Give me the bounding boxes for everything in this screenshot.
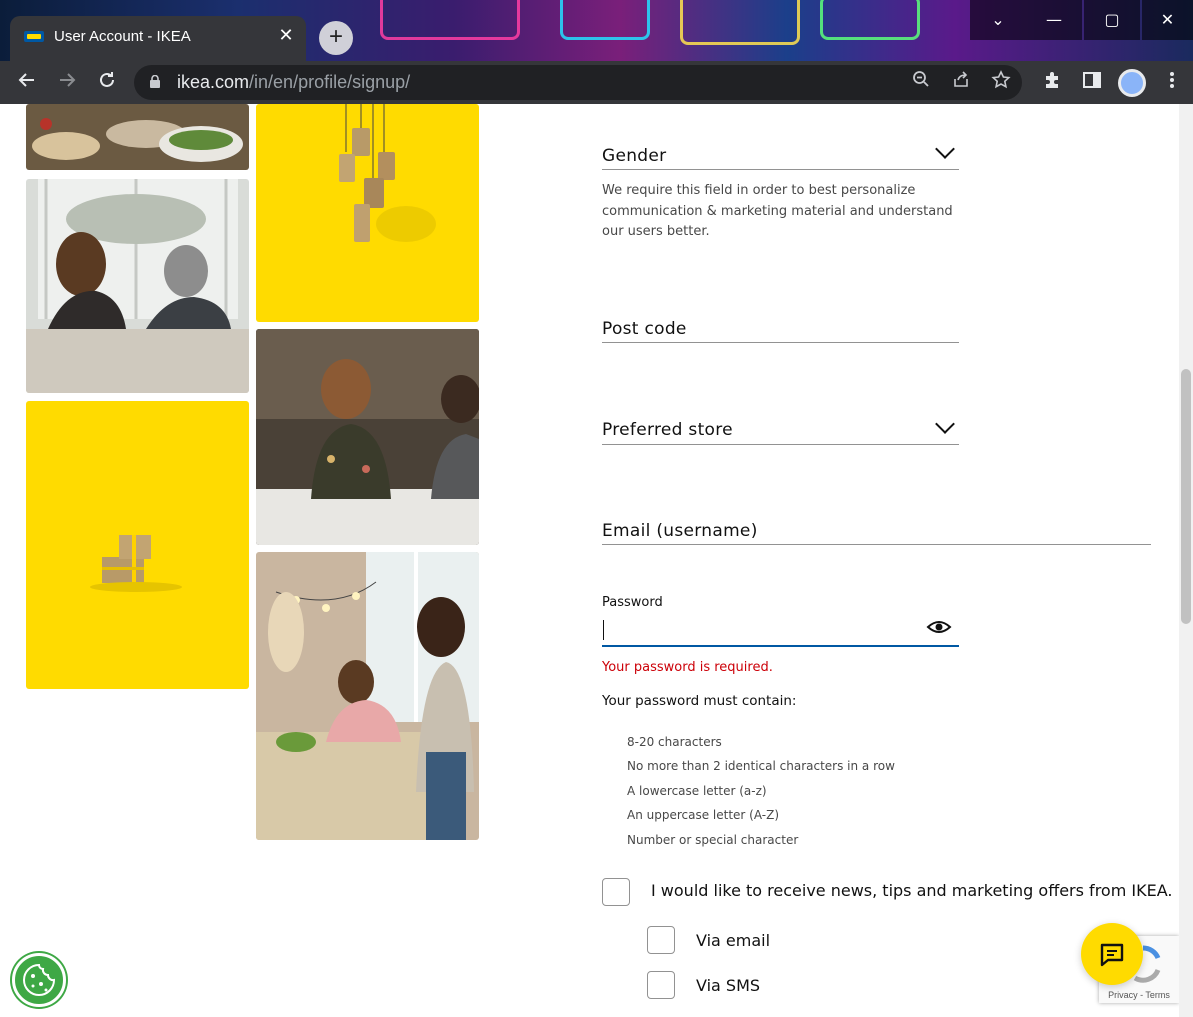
reload-button[interactable]	[93, 69, 121, 97]
via-email-checkbox[interactable]	[647, 926, 675, 954]
close-window-button[interactable]: ✕	[1142, 0, 1193, 40]
store-chevron-down-icon[interactable]	[935, 414, 955, 434]
reload-icon	[100, 72, 114, 87]
tab-title: User Account - IKEA	[54, 28, 191, 45]
photo-couple-sofa	[26, 179, 249, 393]
gender-help-text: We require this field in order to best p…	[602, 183, 953, 239]
password-input[interactable]	[602, 616, 922, 644]
via-email-label: Via email	[696, 931, 771, 950]
via-sms-label: Via SMS	[696, 976, 761, 995]
back-button[interactable]	[13, 69, 41, 97]
requirement-item: No more than 2 identical characters in a…	[627, 759, 895, 773]
show-password-eye-icon[interactable]	[926, 617, 952, 641]
password-underline	[602, 645, 959, 647]
cookie-settings-button[interactable]	[12, 953, 66, 1007]
photo-dinner-party	[256, 552, 479, 840]
forward-button[interactable]	[53, 69, 81, 97]
cookie-icon	[23, 963, 56, 996]
back-arrow-icon	[18, 73, 34, 87]
wallpaper-decoration	[380, 0, 520, 40]
chat-button[interactable]	[1081, 923, 1143, 985]
minimize-button[interactable]: —	[1026, 0, 1082, 40]
gender-select[interactable]	[602, 169, 959, 170]
extensions-icon[interactable]	[1038, 69, 1066, 97]
new-tab-button[interactable]: +	[319, 21, 353, 55]
store-label: Preferred store	[602, 420, 733, 440]
url-text: ikea.com/in/en/profile/signup/	[177, 72, 411, 92]
tab-close-icon[interactable]: ✕	[276, 26, 296, 46]
email-input[interactable]	[602, 544, 1151, 545]
tab-user-account[interactable]: User Account - IKEA ✕	[10, 16, 306, 61]
browser-tab-bar: User Account - IKEA ✕ + ⌄ — ▢ ✕	[0, 0, 1193, 61]
tab-search-button[interactable]: ⌄	[970, 0, 1026, 40]
text-caret	[603, 620, 604, 640]
password-label: Password	[602, 595, 663, 610]
forward-arrow-icon	[60, 73, 76, 87]
photo-food-table	[26, 104, 249, 170]
scrollbar-thumb[interactable]	[1181, 369, 1191, 624]
gender-chevron-down-icon[interactable]	[935, 139, 955, 159]
wallpaper-decoration	[820, 0, 920, 40]
requirement-item: A lowercase letter (a-z)	[627, 784, 767, 798]
lock-icon	[150, 75, 160, 88]
page-scrollbar[interactable]	[1179, 104, 1193, 1017]
store-select[interactable]	[602, 444, 959, 445]
gender-label: Gender	[602, 146, 667, 166]
wallpaper-decoration	[560, 0, 650, 40]
requirement-item: 8-20 characters	[627, 735, 722, 749]
recaptcha-links[interactable]: Privacy - Terms	[1099, 990, 1179, 1000]
side-panel-icon[interactable]	[1078, 69, 1106, 97]
email-label: Email (username)	[602, 521, 758, 541]
password-requirements-title: Your password must contain:	[602, 693, 797, 709]
share-icon[interactable]	[949, 70, 973, 94]
page-content: Gender We require this field in order to…	[0, 104, 1193, 1017]
postcode-label: Post code	[602, 319, 687, 339]
menu-kebab-icon[interactable]	[1158, 69, 1186, 97]
ikea-favicon-icon	[24, 31, 44, 42]
chat-bubble-icon	[1100, 943, 1124, 967]
photo-gift-box	[26, 401, 249, 689]
postcode-input[interactable]	[602, 342, 959, 343]
marketing-checkbox-label: I would like to receive news, tips and m…	[651, 881, 1173, 900]
via-sms-checkbox[interactable]	[647, 971, 675, 999]
password-error-message: Your password is required.	[602, 660, 773, 675]
photo-people-chatting	[256, 329, 479, 545]
address-bar[interactable]: ikea.com/in/en/profile/signup/	[134, 65, 1022, 100]
marketing-checkbox[interactable]	[602, 878, 630, 906]
requirement-item: Number or special character	[627, 833, 799, 847]
photo-price-tags	[256, 104, 479, 322]
maximize-button[interactable]: ▢	[1084, 0, 1140, 40]
bookmark-star-icon[interactable]	[989, 70, 1013, 94]
zoom-icon[interactable]	[909, 70, 933, 94]
wallpaper-decoration	[680, 0, 800, 45]
browser-toolbar: ikea.com/in/en/profile/signup/	[0, 61, 1193, 104]
profile-avatar-icon[interactable]	[1118, 69, 1146, 97]
requirement-item: An uppercase letter (A-Z)	[627, 808, 780, 822]
